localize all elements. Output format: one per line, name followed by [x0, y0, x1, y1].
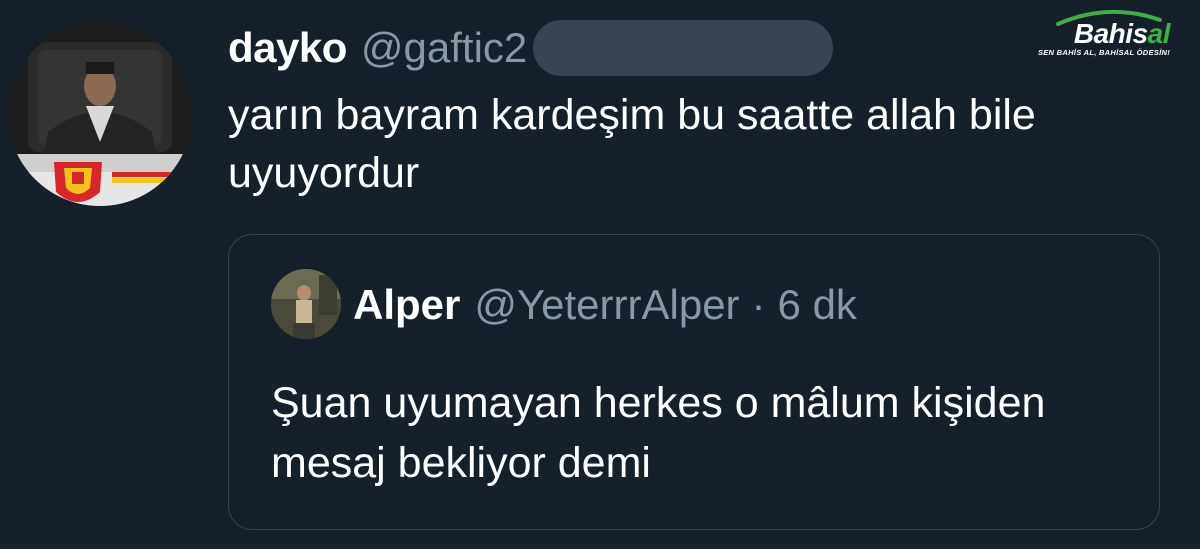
quoted-author-handle[interactable]: @YeterrrAlper — [474, 281, 739, 329]
bottom-divider — [0, 541, 1200, 549]
quoted-tweet-header: Alper @YeterrrAlper · 6 dk — [353, 275, 857, 335]
tweet-header: dayko @gaftic2 — [228, 20, 834, 76]
tweet-text: yarın bayram kardeşim bu saatte allah bi… — [228, 91, 1036, 197]
logo-wordmark-accent: al — [1147, 18, 1171, 49]
logo-wordmark-main: Bahis — [1073, 18, 1148, 49]
dot-separator: · — [751, 281, 766, 328]
quoted-author-display-name[interactable]: Alper — [353, 281, 460, 329]
quoted-tweet-card[interactable]: Alper @YeterrrAlper · 6 dk Şuan uyumayan… — [228, 234, 1160, 530]
logo-wordmark: Bahisal — [1073, 18, 1171, 50]
quoted-author-avatar[interactable] — [271, 269, 341, 339]
author-handle[interactable]: @gaftic2 — [361, 24, 527, 72]
bahisal-logo: Bahisal SEN BAHİS AL, BAHİSAL ÖDESİN! — [1038, 8, 1186, 58]
author-avatar[interactable] — [8, 22, 192, 206]
author-display-name[interactable]: dayko — [228, 24, 347, 72]
logo-tagline: SEN BAHİS AL, BAHİSAL ÖDESİN! — [1037, 48, 1170, 57]
quoted-tweet-text: Şuan uyumayan herkes o mâlum kişiden mes… — [271, 379, 1046, 487]
redacted-handle-blur — [533, 20, 834, 76]
quoted-tweet-timestamp[interactable]: 6 dk — [778, 281, 857, 329]
